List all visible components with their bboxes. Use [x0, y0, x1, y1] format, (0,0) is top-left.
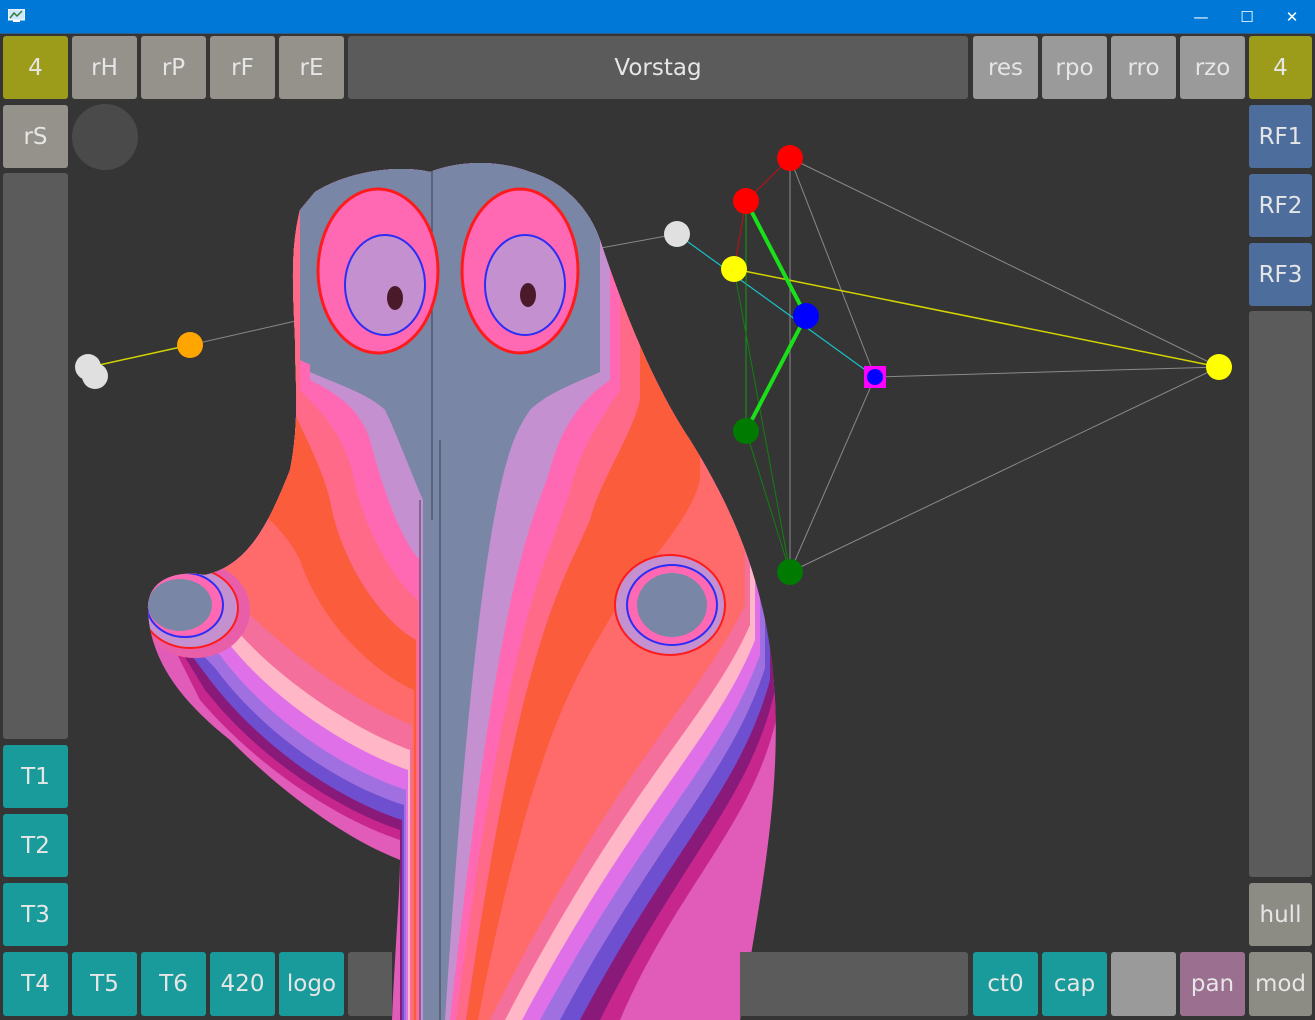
control-point-yellow[interactable] [721, 256, 747, 282]
control-point-blue[interactable] [793, 303, 819, 329]
right-count-button[interactable]: 4 [1249, 36, 1312, 99]
T6-button[interactable]: T6 [141, 952, 206, 1016]
maximize-icon[interactable]: ☐ [1224, 0, 1270, 33]
minimize-icon[interactable]: — [1178, 0, 1224, 33]
RF3-button[interactable]: RF3 [1249, 243, 1312, 306]
control-point-blue-small[interactable] [867, 369, 883, 385]
rH-button[interactable]: rH [72, 36, 137, 99]
rP-button[interactable]: rP [141, 36, 206, 99]
T3-button[interactable]: T3 [3, 883, 68, 946]
control-point-yellow-right[interactable] [1206, 354, 1232, 380]
gray-connector-right [589, 233, 678, 251]
pan-button[interactable]: pan [1180, 952, 1245, 1016]
control-point-red-top[interactable] [777, 145, 803, 171]
logo-button[interactable]: logo [279, 952, 344, 1016]
T2-button[interactable]: T2 [3, 814, 68, 877]
res-button[interactable]: res [973, 36, 1038, 99]
rF-button[interactable]: rF [210, 36, 275, 99]
title-label: Vorstag [348, 36, 968, 99]
mod-button[interactable]: mod [1249, 952, 1312, 1016]
control-point-orange[interactable] [177, 332, 203, 358]
window-titlebar: — ☐ ✕ [0, 0, 1315, 34]
RF1-button[interactable]: RF1 [1249, 105, 1312, 168]
control-point-red[interactable] [733, 188, 759, 214]
hull-button[interactable]: hull [1249, 883, 1312, 946]
control-point-white[interactable] [664, 221, 690, 247]
gray-connector-left [189, 319, 301, 346]
T4-button[interactable]: T4 [3, 952, 68, 1016]
cap-button[interactable]: cap [1042, 952, 1107, 1016]
close-icon[interactable]: ✕ [1269, 0, 1315, 33]
yellow-connector-left [89, 344, 191, 368]
hull-visualization [147, 163, 776, 1020]
control-point-green[interactable] [733, 418, 759, 444]
rzo-button[interactable]: rzo [1180, 36, 1245, 99]
rS-button[interactable]: rS [3, 105, 68, 168]
left-slider-track[interactable] [3, 173, 68, 739]
scene-canvas[interactable] [0, 34, 1315, 1020]
control-point-white-left[interactable] [75, 354, 101, 380]
rpo-button[interactable]: rpo [1042, 36, 1107, 99]
bottom-slider-track-right[interactable] [740, 952, 968, 1016]
control-point-green-bottom[interactable] [777, 559, 803, 585]
T5-button[interactable]: T5 [72, 952, 137, 1016]
T1-button[interactable]: T1 [3, 745, 68, 808]
rig-wireframe [676, 157, 1220, 573]
rE-button[interactable]: rE [279, 36, 344, 99]
RF2-button[interactable]: RF2 [1249, 174, 1312, 237]
blank-button[interactable] [1111, 952, 1176, 1016]
bottom-slider-track-left[interactable] [348, 952, 392, 1016]
420-button[interactable]: 420 [210, 952, 275, 1016]
right-slider-track[interactable] [1249, 311, 1312, 877]
app-icon [8, 9, 25, 22]
rro-button[interactable]: rro [1111, 36, 1176, 99]
ct0-button[interactable]: ct0 [973, 952, 1038, 1016]
left-count-button[interactable]: 4 [3, 36, 68, 99]
circle-toggle-button[interactable] [72, 104, 138, 170]
